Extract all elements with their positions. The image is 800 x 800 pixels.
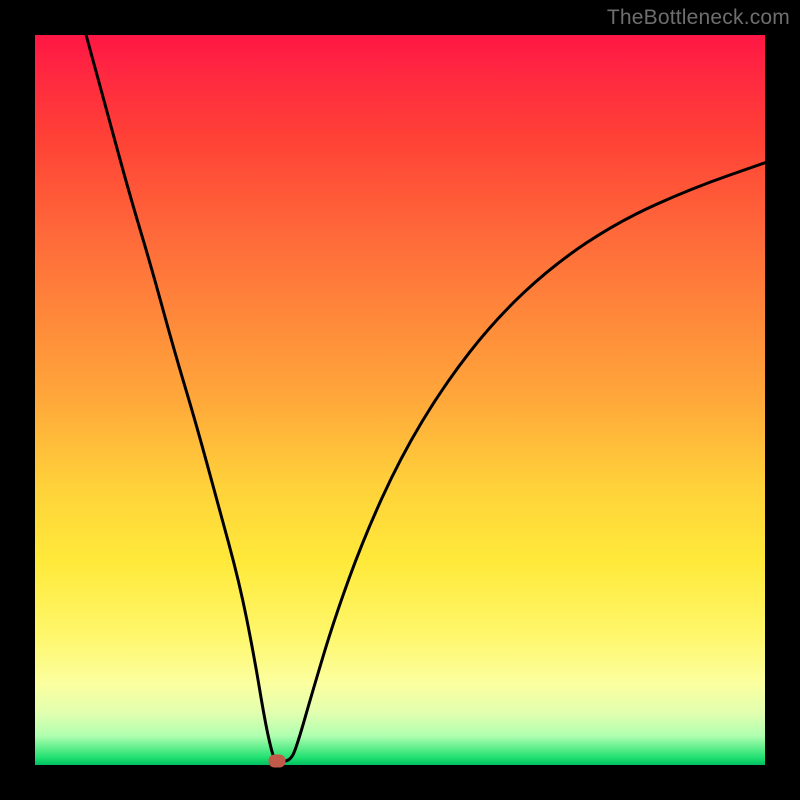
chart-frame: TheBottleneck.com (0, 0, 800, 800)
watermark-text: TheBottleneck.com (607, 6, 790, 30)
optimal-point-marker (269, 754, 286, 767)
bottleneck-curve (86, 35, 765, 761)
chart-svg (35, 35, 765, 765)
